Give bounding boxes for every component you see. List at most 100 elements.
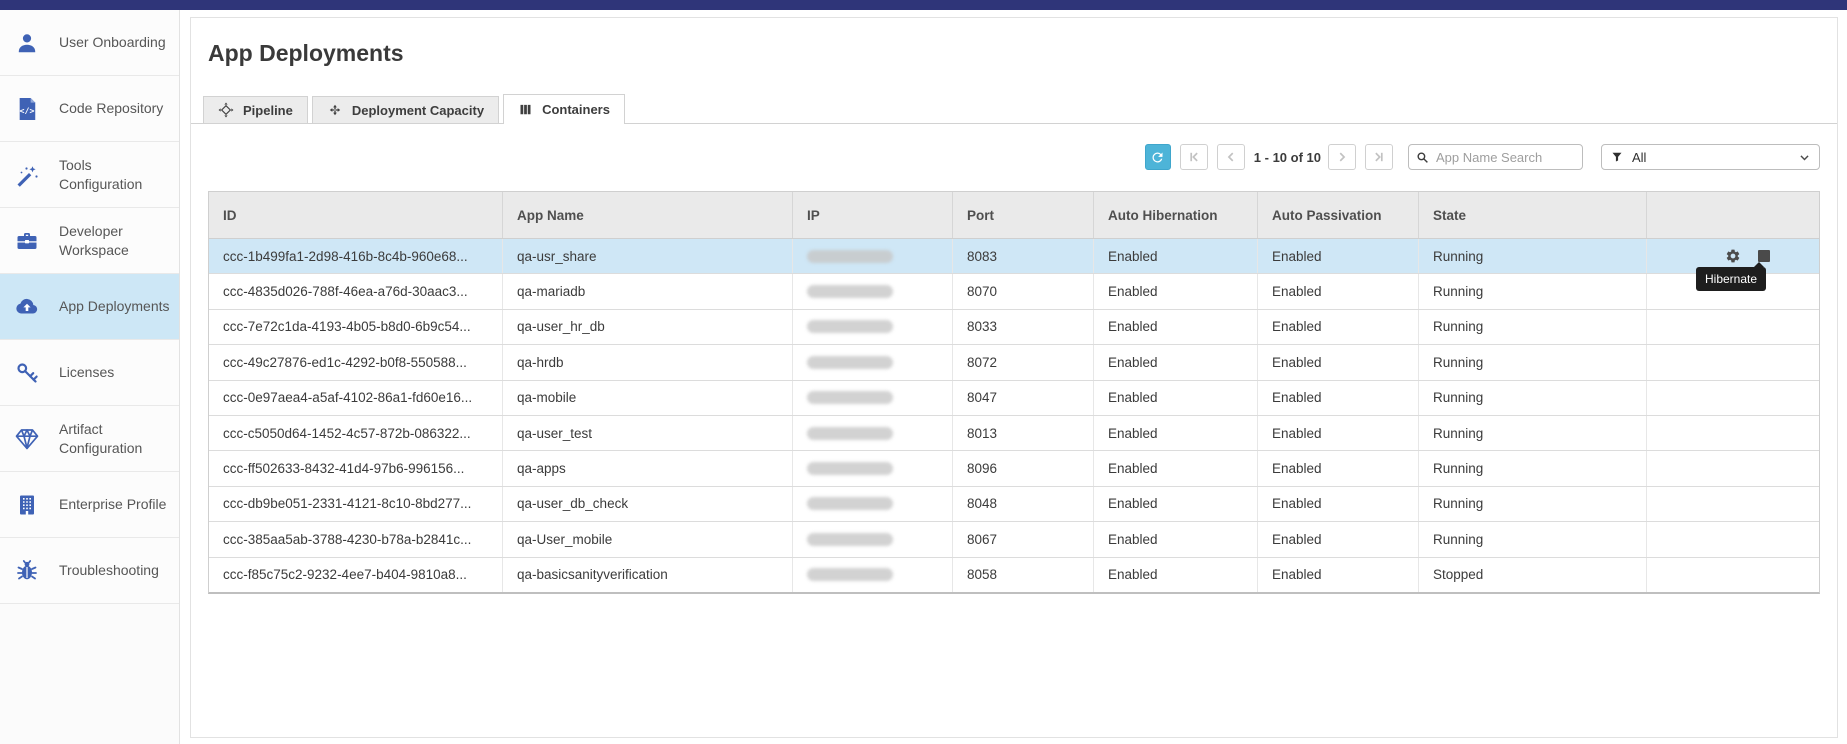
cloud-upload-icon bbox=[14, 294, 40, 320]
last-page-button[interactable] bbox=[1365, 144, 1393, 170]
settings-gear-icon[interactable] bbox=[1725, 248, 1741, 264]
cell-port: 8058 bbox=[952, 558, 1093, 592]
table-row[interactable]: ccc-ff502633-8432-41d4-97b6-996156... qa… bbox=[209, 450, 1819, 485]
cell-ip bbox=[792, 310, 952, 344]
cell-state: Stopped bbox=[1418, 558, 1646, 592]
sidebar-item-tools-configuration[interactable]: Tools Configuration bbox=[0, 142, 179, 208]
cell-port: 8096 bbox=[952, 451, 1093, 485]
cell-id: ccc-0e97aea4-a5af-4102-86a1-fd60e16... bbox=[209, 381, 502, 415]
cell-auto-hibernation: Enabled bbox=[1093, 310, 1257, 344]
cell-auto-hibernation: Enabled bbox=[1093, 239, 1257, 273]
sidebar-item-enterprise-profile[interactable]: Enterprise Profile bbox=[0, 472, 179, 538]
cell-auto-passivation: Enabled bbox=[1257, 310, 1418, 344]
search-input[interactable] bbox=[1434, 149, 1576, 166]
tab-label: Containers bbox=[542, 102, 610, 117]
cell-auto-passivation: Enabled bbox=[1257, 381, 1418, 415]
cell-actions bbox=[1646, 487, 1819, 521]
bug-icon bbox=[14, 558, 40, 584]
redacted-ip-value bbox=[807, 320, 893, 333]
column-header-state[interactable]: State bbox=[1418, 192, 1646, 238]
table-row[interactable]: ccc-c5050d64-1452-4c57-872b-086322... qa… bbox=[209, 415, 1819, 450]
columns-icon bbox=[518, 102, 533, 117]
hibernate-tooltip: Hibernate bbox=[1696, 267, 1766, 291]
cell-auto-passivation: Enabled bbox=[1257, 558, 1418, 592]
cell-port: 8070 bbox=[952, 274, 1093, 308]
table-row[interactable]: ccc-0e97aea4-a5af-4102-86a1-fd60e16... q… bbox=[209, 380, 1819, 415]
table-row[interactable]: ccc-7e72c1da-4193-4b05-b8d0-6b9c54... qa… bbox=[209, 309, 1819, 344]
sidebar-item-developer-workspace[interactable]: Developer Workspace bbox=[0, 208, 179, 274]
building-icon bbox=[14, 492, 40, 518]
table-row[interactable]: ccc-1b499fa1-2d98-416b-8c4b-960e68... qa… bbox=[209, 239, 1819, 273]
hibernate-stop-icon[interactable] bbox=[1758, 250, 1770, 262]
redacted-ip-value bbox=[807, 391, 893, 404]
column-header-ip[interactable]: IP bbox=[792, 192, 952, 238]
column-header-port[interactable]: Port bbox=[952, 192, 1093, 238]
cell-ip bbox=[792, 487, 952, 521]
cell-ip bbox=[792, 558, 952, 592]
cell-actions bbox=[1646, 451, 1819, 485]
cell-app-name: qa-usr_share bbox=[502, 239, 792, 273]
pipeline-icon bbox=[218, 102, 234, 118]
table-row[interactable]: ccc-385aa5ab-3788-4230-b78a-b2841c... qa… bbox=[209, 521, 1819, 556]
filter-dropdown[interactable]: All bbox=[1601, 144, 1820, 170]
search-icon bbox=[1416, 151, 1429, 164]
filter-funnel-icon bbox=[1611, 151, 1623, 163]
cell-app-name: qa-apps bbox=[502, 451, 792, 485]
cell-state: Running bbox=[1418, 274, 1646, 308]
sidebar-item-label: User Onboarding bbox=[59, 33, 171, 51]
next-page-button[interactable] bbox=[1328, 144, 1356, 170]
cell-state: Running bbox=[1418, 522, 1646, 556]
cell-id: ccc-db9be051-2331-4121-8c10-8bd277... bbox=[209, 487, 502, 521]
sidebar-item-artifact-configuration[interactable]: Artifact Configuration bbox=[0, 406, 179, 472]
sidebar-item-label: Tools Configuration bbox=[59, 156, 171, 192]
cell-id: ccc-385aa5ab-3788-4230-b78a-b2841c... bbox=[209, 522, 502, 556]
sidebar-item-app-deployments[interactable]: App Deployments bbox=[0, 274, 179, 340]
first-page-button[interactable] bbox=[1180, 144, 1208, 170]
top-bar bbox=[0, 0, 1847, 10]
tab-deployment-capacity[interactable]: Deployment Capacity bbox=[312, 96, 499, 123]
sidebar-item-troubleshooting[interactable]: Troubleshooting bbox=[0, 538, 179, 604]
column-header-app-name[interactable]: App Name bbox=[502, 192, 792, 238]
refresh-button[interactable] bbox=[1145, 144, 1171, 170]
column-header-id[interactable]: ID bbox=[209, 192, 502, 238]
cell-app-name: qa-user_test bbox=[502, 416, 792, 450]
cell-id: ccc-7e72c1da-4193-4b05-b8d0-6b9c54... bbox=[209, 310, 502, 344]
briefcase-icon bbox=[14, 228, 40, 254]
table-row[interactable]: ccc-db9be051-2331-4121-8c10-8bd277... qa… bbox=[209, 486, 1819, 521]
cell-state: Running bbox=[1418, 345, 1646, 379]
cell-app-name: qa-user_db_check bbox=[502, 487, 792, 521]
tab-containers[interactable]: Containers bbox=[503, 94, 625, 124]
cell-port: 8047 bbox=[952, 381, 1093, 415]
cell-port: 8083 bbox=[952, 239, 1093, 273]
cell-state: Running bbox=[1418, 487, 1646, 521]
cell-actions bbox=[1646, 310, 1819, 344]
cell-ip bbox=[792, 345, 952, 379]
tab-pipeline[interactable]: Pipeline bbox=[203, 96, 308, 123]
cell-auto-hibernation: Enabled bbox=[1093, 451, 1257, 485]
cell-state: Running bbox=[1418, 239, 1646, 273]
cell-auto-passivation: Enabled bbox=[1257, 522, 1418, 556]
cell-id: ccc-4835d026-788f-46ea-a76d-30aac3... bbox=[209, 274, 502, 308]
chevron-down-icon bbox=[1798, 151, 1811, 164]
cell-auto-hibernation: Enabled bbox=[1093, 558, 1257, 592]
cell-ip bbox=[792, 381, 952, 415]
cell-port: 8048 bbox=[952, 487, 1093, 521]
cell-auto-passivation: Enabled bbox=[1257, 487, 1418, 521]
cell-auto-hibernation: Enabled bbox=[1093, 345, 1257, 379]
redacted-ip-value bbox=[807, 533, 893, 546]
table-row[interactable]: ccc-4835d026-788f-46ea-a76d-30aac3... qa… bbox=[209, 273, 1819, 308]
cell-id: ccc-f85c75c2-9232-4ee7-b404-9810a8... bbox=[209, 558, 502, 592]
column-header-auto-hibernation[interactable]: Auto Hibernation bbox=[1093, 192, 1257, 238]
cell-port: 8013 bbox=[952, 416, 1093, 450]
table-row[interactable]: ccc-f85c75c2-9232-4ee7-b404-9810a8... qa… bbox=[209, 557, 1819, 592]
tab-bar: Pipeline Deployment Capacity Containers bbox=[203, 95, 625, 123]
cell-app-name: qa-hrdb bbox=[502, 345, 792, 379]
column-header-auto-passivation[interactable]: Auto Passivation bbox=[1257, 192, 1418, 238]
table-row[interactable]: ccc-49c27876-ed1c-4292-b0f8-550588... qa… bbox=[209, 344, 1819, 379]
page-title: App Deployments bbox=[208, 40, 404, 67]
sidebar-item-licenses[interactable]: Licenses bbox=[0, 340, 179, 406]
sidebar-item-code-repository[interactable]: </> Code Repository bbox=[0, 76, 179, 142]
previous-page-button[interactable] bbox=[1217, 144, 1245, 170]
sidebar-item-user-onboarding[interactable]: User Onboarding bbox=[0, 10, 179, 76]
user-icon bbox=[14, 30, 40, 56]
